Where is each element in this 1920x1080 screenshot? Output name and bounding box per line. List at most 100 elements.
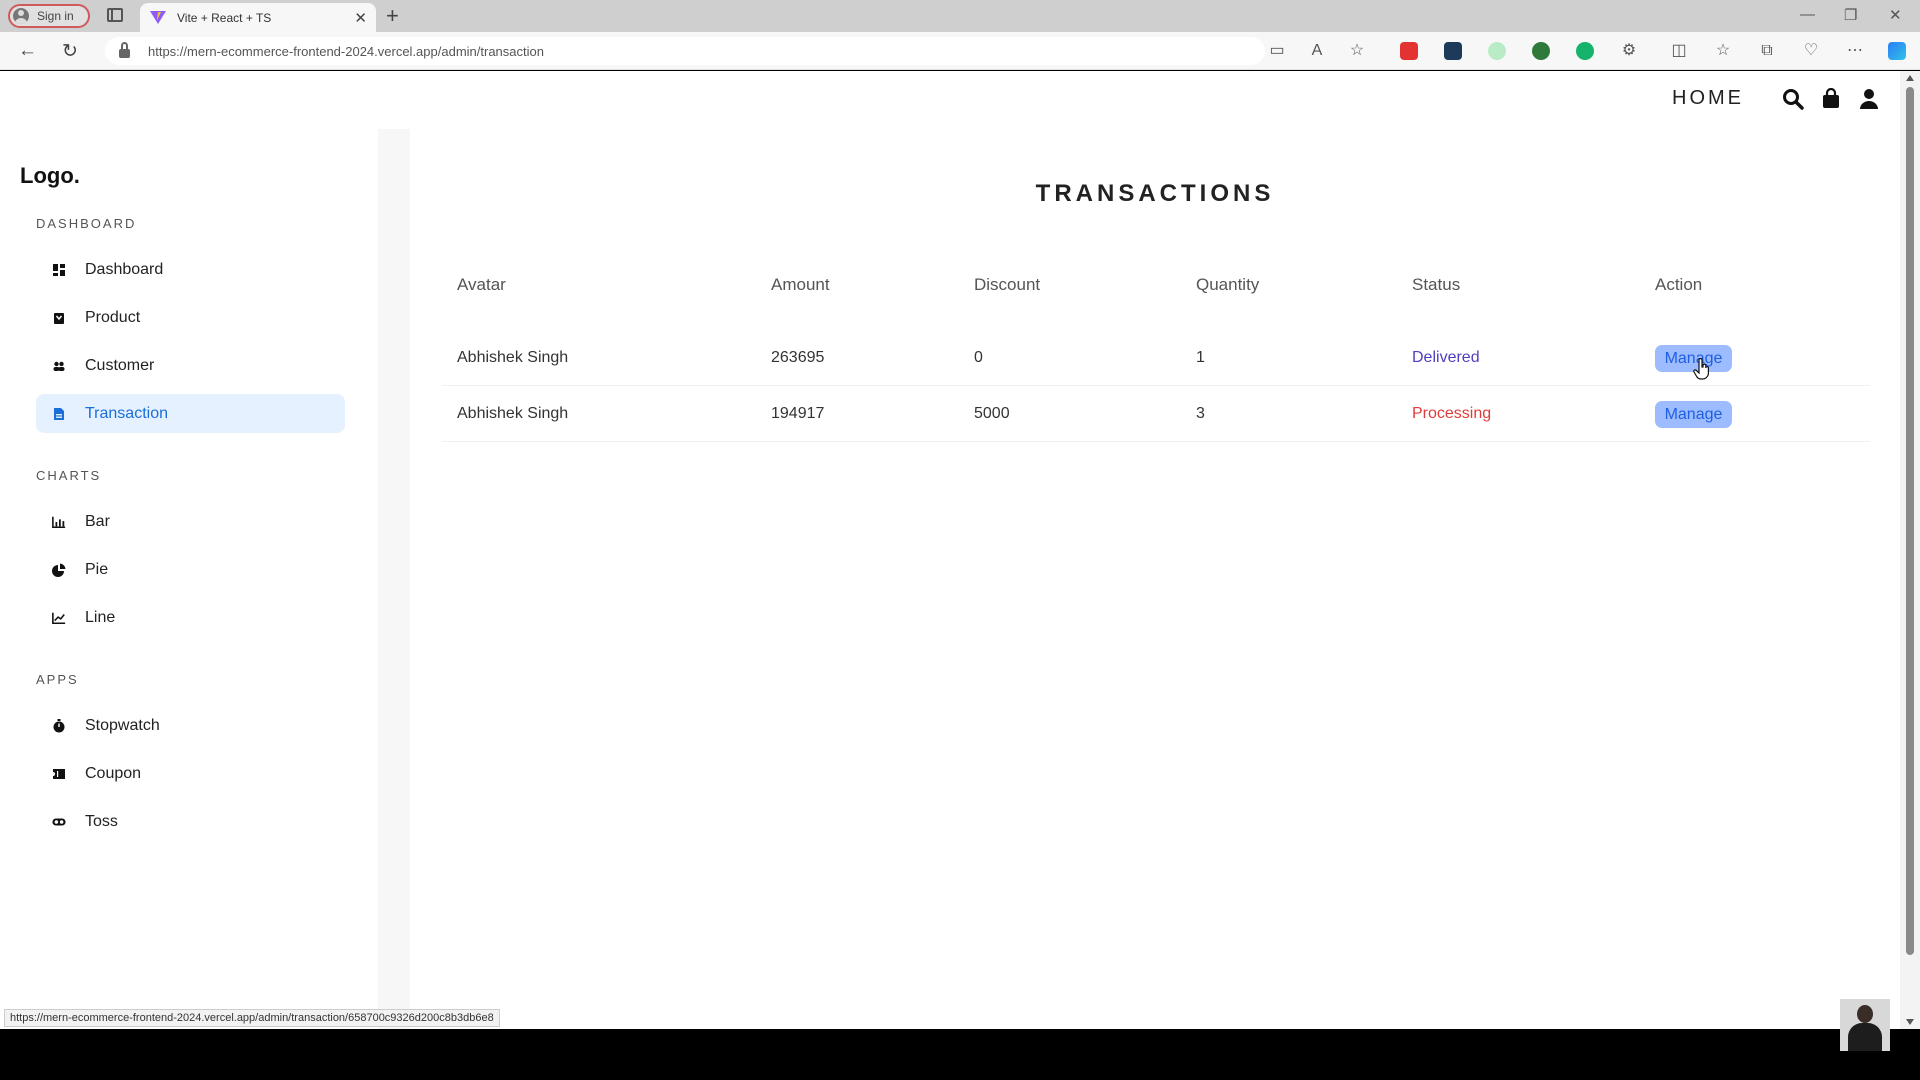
extension-red-icon[interactable] [1400, 42, 1418, 60]
address-bar[interactable]: https://mern-ecommerce-frontend-2024.ver… [105, 37, 1265, 65]
sidebar-divider [378, 129, 410, 1029]
column-header-discount[interactable]: Discount [974, 257, 1040, 313]
video-letterbox [0, 1029, 1920, 1080]
heart-pulse-icon[interactable]: ♡ [1802, 42, 1820, 60]
cell-quantity: 1 [1196, 349, 1205, 366]
top-header: HOME [1672, 87, 1880, 110]
home-link[interactable]: HOME [1672, 87, 1744, 110]
cell-user: Abhishek Singh [457, 405, 569, 422]
sidebar-item-label: Stopwatch [85, 716, 160, 734]
extension-globe-icon[interactable] [1532, 42, 1550, 60]
back-icon[interactable]: ← [18, 40, 37, 62]
column-header-quantity[interactable]: Quantity [1196, 257, 1259, 313]
scrollbar-thumb[interactable] [1906, 87, 1914, 955]
sidebar-item-label: Product [85, 308, 141, 326]
cell-discount: 5000 [974, 405, 1010, 422]
section-heading-dashboard: DASHBOARD [36, 216, 137, 231]
dashboard-icon [52, 263, 66, 277]
manage-button[interactable]: Manage [1655, 401, 1732, 428]
sidebar-item-label: Pie [85, 560, 109, 578]
tab-actions-icon[interactable] [107, 8, 123, 22]
coupon-icon [52, 767, 66, 781]
sidebar-item-label: Bar [85, 512, 110, 530]
column-header-avatar[interactable]: Avatar [457, 257, 506, 313]
sign-in-button[interactable]: Sign in [8, 4, 90, 28]
status-badge: Delivered [1412, 349, 1480, 366]
sidebar-item-line[interactable]: Line [36, 598, 345, 637]
column-header-status[interactable]: Status [1412, 257, 1460, 313]
sidebar-item-stopwatch[interactable]: Stopwatch [36, 706, 345, 745]
close-window-icon[interactable]: ✕ [1889, 6, 1902, 24]
sidebar-item-pie[interactable]: Pie [36, 550, 345, 589]
copilot-icon[interactable] [1888, 42, 1906, 60]
hand-cursor-icon [1693, 358, 1709, 380]
browser-tab[interactable]: Vite + React + TS ✕ [140, 3, 376, 32]
table-header-row: Avatar Amount Discount Quantity Status A… [442, 257, 1870, 313]
product-bag-icon [52, 311, 66, 325]
sidebar-item-toss[interactable]: Toss [36, 802, 345, 841]
table-row: Abhishek Singh 194917 5000 3 Processing … [442, 386, 1870, 442]
extensions-puzzle-icon[interactable]: ⚙ [1620, 42, 1638, 60]
cell-quantity: 3 [1196, 405, 1205, 422]
vite-favicon-icon [150, 11, 166, 24]
customers-icon [52, 359, 66, 373]
search-icon[interactable] [1782, 88, 1804, 110]
sidebar-item-customer[interactable]: Customer [36, 346, 345, 385]
tab-title: Vite + React + TS [177, 10, 272, 25]
sidebar-item-coupon[interactable]: Coupon [36, 754, 345, 793]
sidebar-item-product[interactable]: Product [36, 298, 345, 337]
sidebar-item-transaction[interactable]: Transaction [36, 394, 345, 433]
sidebar-item-bar[interactable]: Bar [36, 502, 345, 541]
new-tab-icon[interactable]: + [386, 3, 399, 29]
section-heading-charts: CHARTS [36, 468, 102, 483]
pie-chart-icon [52, 563, 66, 577]
address-url: https://mern-ecommerce-frontend-2024.ver… [148, 43, 544, 59]
extension-green-icon[interactable] [1488, 42, 1506, 60]
sidebar-item-dashboard[interactable]: Dashboard [36, 250, 345, 289]
extension-dark-icon[interactable] [1444, 42, 1462, 60]
browser-tab-bar: Sign in Vite + React + TS ✕ + — ❐ ✕ [0, 0, 1920, 32]
sidebar-item-label: Dashboard [85, 260, 164, 278]
logo[interactable]: Logo. [20, 163, 80, 189]
cell-discount: 0 [974, 349, 983, 366]
minimize-icon[interactable]: — [1800, 6, 1815, 23]
sidebar-item-label: Transaction [85, 404, 168, 422]
reload-icon[interactable]: ↻ [62, 40, 78, 63]
scroll-up-arrow-icon[interactable] [1906, 75, 1914, 81]
profile-icon [13, 8, 29, 24]
sidebar-item-label: Line [85, 608, 116, 626]
column-header-amount[interactable]: Amount [771, 257, 830, 313]
restore-icon[interactable]: ❐ [1844, 6, 1857, 24]
more-menu-icon[interactable]: ⋯ [1846, 42, 1864, 60]
sidebar-item-label: Coupon [85, 764, 142, 782]
sidebar-item-label: Toss [85, 812, 118, 830]
sign-in-label: Sign in [37, 9, 74, 23]
split-screen-icon[interactable]: ◫ [1670, 42, 1688, 60]
page-title: TRANSACTIONS [1035, 180, 1275, 207]
shopping-bag-icon[interactable] [1820, 87, 1842, 110]
close-tab-icon[interactable]: ✕ [354, 9, 367, 27]
table-row: Abhishek Singh 263695 0 1 Delivered Mana… [442, 330, 1870, 386]
section-heading-apps: APPS [36, 672, 79, 687]
page-scrollbar[interactable] [1900, 71, 1920, 1029]
read-aloud-icon[interactable]: A [1308, 42, 1326, 60]
user-icon[interactable] [1858, 88, 1880, 110]
coin-toss-icon [52, 815, 66, 829]
column-header-action[interactable]: Action [1655, 257, 1702, 313]
cell-amount: 194917 [771, 405, 825, 422]
grammarly-icon[interactable] [1576, 42, 1594, 60]
page-viewport: HOME Logo. DASHBOARD Dashboard Product C… [0, 71, 1900, 1029]
cell-amount: 263695 [771, 349, 825, 366]
browser-toolbar: ← ↻ https://mern-ecommerce-frontend-2024… [0, 32, 1920, 70]
scroll-down-arrow-icon[interactable] [1906, 1019, 1914, 1025]
status-badge: Processing [1412, 405, 1492, 422]
collections-icon[interactable]: ⧉ [1758, 42, 1776, 60]
lock-icon[interactable] [119, 42, 130, 58]
document-icon [52, 407, 66, 421]
reader-mode-icon[interactable]: ▭ [1268, 42, 1286, 60]
sidebar-item-label: Customer [85, 356, 155, 374]
presenter-webcam [1840, 999, 1890, 1051]
favorites-icon[interactable]: ☆ [1714, 42, 1732, 60]
favorite-star-icon[interactable]: ☆ [1348, 42, 1366, 60]
cell-user: Abhishek Singh [457, 349, 569, 366]
